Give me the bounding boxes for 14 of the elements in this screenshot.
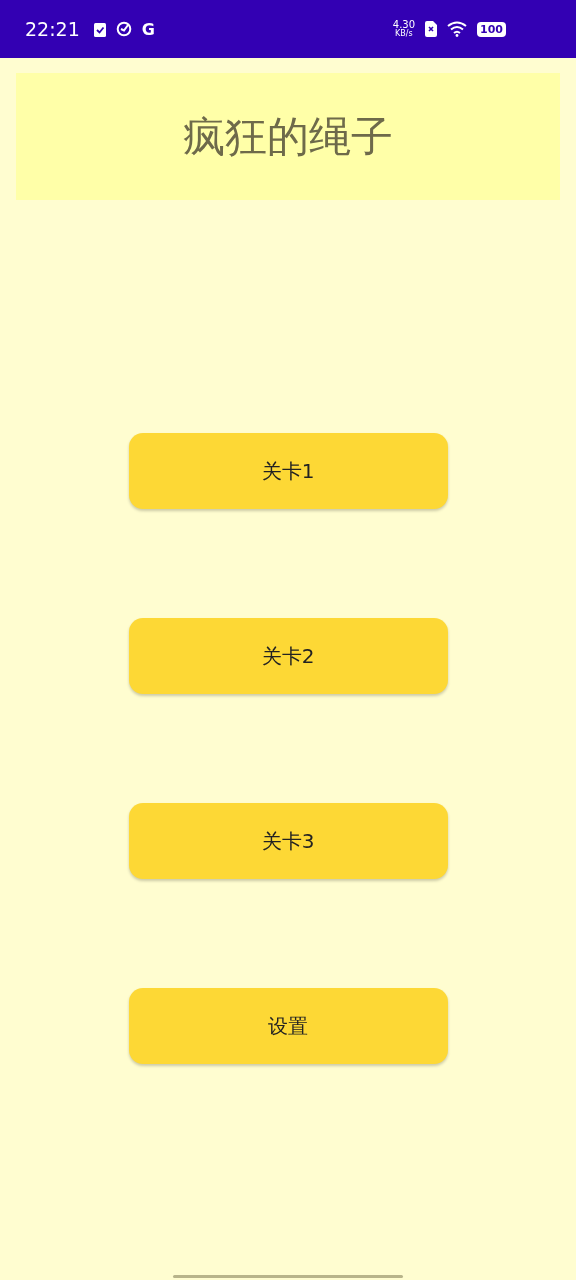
sim-card-icon xyxy=(425,21,438,37)
network-speed: 4.30 KB/s xyxy=(392,20,416,38)
wifi-icon xyxy=(447,21,468,37)
clipboard-check-icon xyxy=(93,21,106,37)
menu-button[interactable]: 关卡3 xyxy=(128,803,448,879)
network-letter: G xyxy=(141,19,155,39)
battery-indicator: 100 xyxy=(477,21,506,37)
home-indicator[interactable] xyxy=(173,1275,403,1278)
menu-button[interactable]: 关卡2 xyxy=(128,618,448,694)
menu-button[interactable]: 设置 xyxy=(128,988,448,1064)
menu-button[interactable]: 关卡1 xyxy=(128,433,448,509)
circle-check-icon xyxy=(115,21,132,37)
app-title: 疯狂的绳子 xyxy=(183,110,393,163)
clock-time: 22:21 xyxy=(25,18,80,40)
